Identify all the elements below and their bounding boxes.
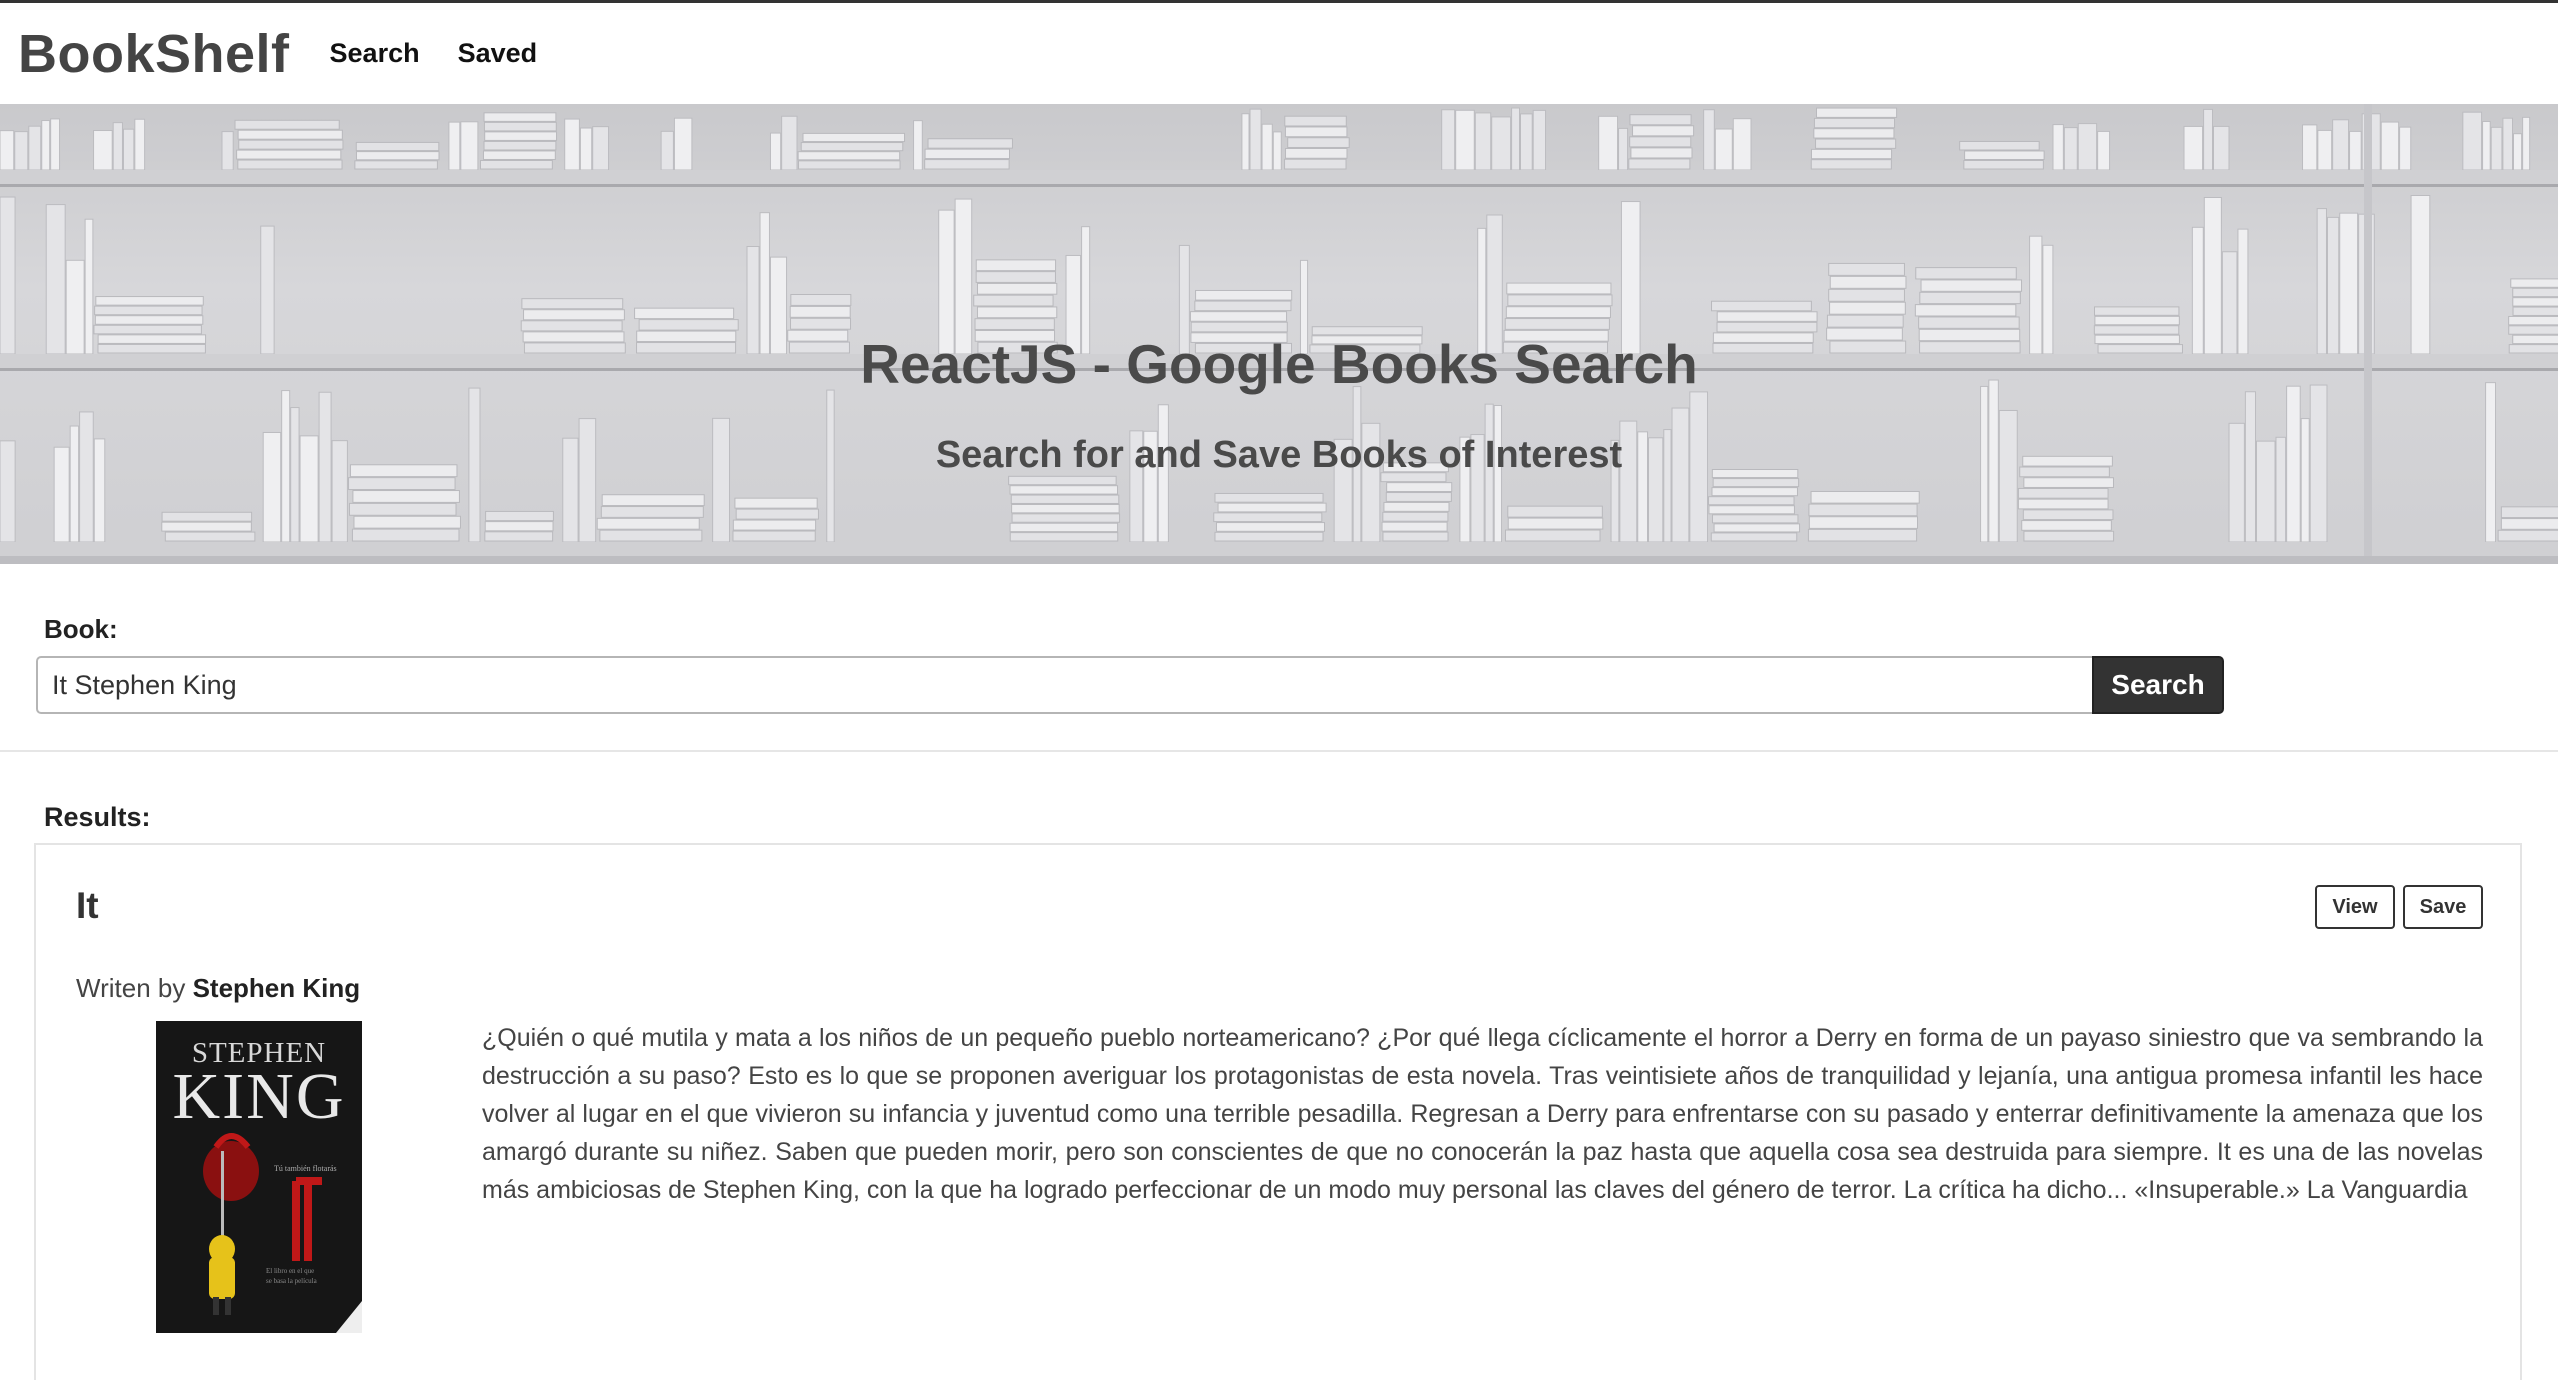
book-author: Stephen King bbox=[192, 973, 361, 1003]
svg-text:se basa la película: se basa la película bbox=[266, 1277, 318, 1285]
written-by: Writen by Stephen King bbox=[76, 973, 360, 1004]
cover-name-text: KING bbox=[172, 1060, 346, 1133]
save-button[interactable]: Save bbox=[2403, 885, 2483, 929]
result-card: It View Save Writen by Stephen King Tú t… bbox=[34, 843, 2522, 1380]
book-cover-image[interactable]: Tú también flotarás El libro en el que s… bbox=[156, 1021, 362, 1333]
nav-link-search[interactable]: Search bbox=[330, 38, 420, 69]
hero-title: ReactJS - Google Books Search bbox=[860, 333, 1698, 395]
results-heading: Results: bbox=[44, 802, 151, 832]
hero-subtitle: Search for and Save Books of Interest bbox=[935, 434, 1623, 476]
brand-logo[interactable]: BookShelf bbox=[18, 23, 290, 85]
book-title: It bbox=[76, 885, 99, 926]
book-description: ¿Quién o qué mutila y mata a los niños d… bbox=[482, 1024, 2483, 1204]
hero-banner: ReactJS - Google Books Search Search for… bbox=[0, 104, 2558, 564]
book-search-input[interactable] bbox=[36, 656, 2092, 714]
view-button[interactable]: View bbox=[2315, 885, 2395, 929]
search-button[interactable]: Search bbox=[2092, 656, 2224, 714]
svg-text:El libro en el que: El libro en el que bbox=[266, 1267, 314, 1275]
svg-text:Tú también flotarás: Tú también flotarás bbox=[274, 1164, 337, 1173]
search-form: Book: Search bbox=[0, 564, 2558, 752]
written-by-prefix: Writen by bbox=[76, 973, 186, 1003]
book-label: Book: bbox=[44, 614, 118, 644]
navbar: BookShelf Search Saved bbox=[0, 0, 2558, 104]
nav-link-saved[interactable]: Saved bbox=[458, 38, 538, 69]
